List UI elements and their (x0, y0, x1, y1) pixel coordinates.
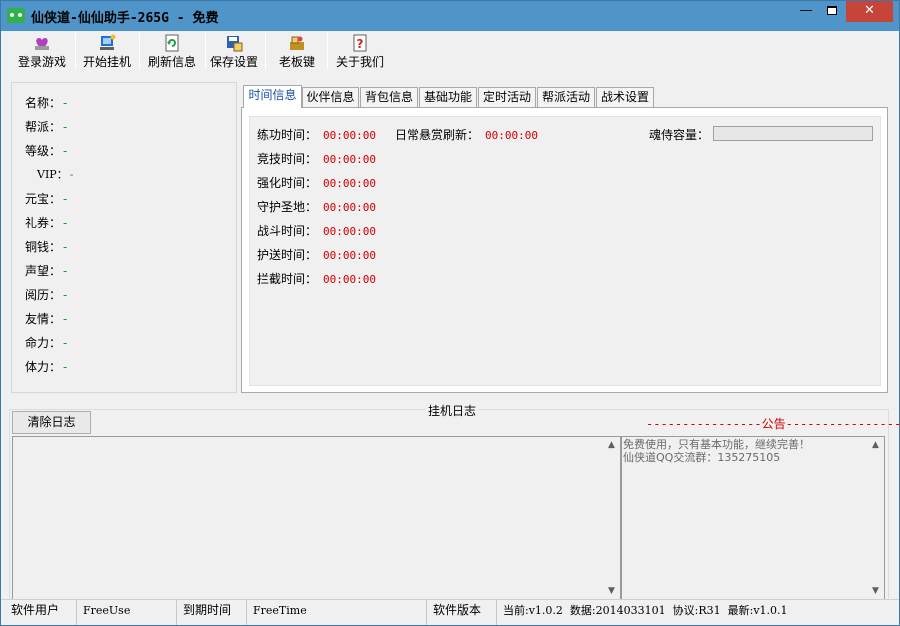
gamepad-icon (7, 8, 25, 23)
info-row-vip: VIP： - (37, 168, 74, 181)
main-window: 仙侠道-仙仙助手-265G - 免费 — ✕ 登录游戏 开始挂机 刷新信息 保存… (0, 0, 900, 626)
refresh-info-button[interactable]: 刷新信息 (143, 32, 201, 70)
tab-bag-info[interactable]: 背包信息 (360, 87, 418, 107)
toolbar-separator (75, 33, 76, 69)
notice-line: 免费使用，只有基本功能，继续完善！ (623, 438, 810, 451)
minimize-button[interactable]: — (793, 1, 819, 22)
info-row-life: 命力： - (25, 336, 68, 350)
tab-partner-info[interactable]: 伙伴信息 (302, 87, 359, 107)
status-current-version: 当前:v1.0.2 (503, 604, 563, 617)
title-bar[interactable]: 仙侠道-仙仙助手-265G - 免费 — ✕ (1, 1, 899, 31)
start-hangup-label: 开始挂机 (82, 55, 131, 69)
info-row-name: 名称： - (25, 96, 68, 110)
close-button[interactable]: ✕ (846, 1, 893, 22)
maximize-button[interactable] (819, 1, 845, 22)
timer-intercept: 拦截时间： 00:00:00 (257, 272, 376, 286)
tab-tactics-settings[interactable]: 战术设置 (596, 87, 654, 107)
boss-key-icon (290, 36, 304, 50)
close-icon: ✕ (864, 3, 875, 18)
scroll-down-icon[interactable]: ▼ (603, 583, 620, 599)
login-icon (35, 38, 49, 50)
boss-key-label: 老板键 (278, 55, 315, 69)
refresh-info-label: 刷新信息 (147, 55, 196, 69)
notice-line: 仙侠道QQ交流群：135275105 (623, 451, 781, 464)
soul-capacity-label: 魂侍容量： (649, 128, 710, 142)
clear-log-button[interactable]: 清除日志 (12, 411, 91, 434)
hangup-log-group: 挂机日志 清除日志 ----------------公告------------… (9, 402, 900, 601)
timer-guard-holyland: 守护圣地： 00:00:00 (257, 200, 376, 214)
save-settings-label: 保存设置 (209, 55, 258, 69)
timer-practice: 练功时间： 00:00:00 (257, 128, 376, 142)
log-textarea[interactable]: ▲ ▼ (12, 436, 621, 600)
notice-textarea[interactable]: 免费使用，只有基本功能，继续完善！ 仙侠道QQ交流群：135275105 ▲ ▼ (621, 436, 885, 600)
toolbar-separator (265, 33, 266, 69)
tab-timed-events[interactable]: 定时活动 (478, 87, 536, 107)
tab-time-info[interactable]: 时间信息 (243, 85, 302, 108)
svg-text:?: ? (357, 37, 364, 51)
log-scrollbar[interactable]: ▲ ▼ (603, 437, 620, 599)
info-row-level: 等级： - (25, 144, 68, 158)
time-info-page: 练功时间： 00:00:00 竞技时间： 00:00:00 强化时间： 00:00:0… (241, 107, 888, 393)
status-latest-version: 最新:v1.0.1 (727, 604, 788, 617)
toolbar: 登录游戏 开始挂机 刷新信息 保存设置 老板键 ? 关于我们 (9, 31, 889, 71)
start-icon (100, 34, 116, 50)
timer-arena: 竞技时间： 00:00:00 (257, 152, 376, 166)
notice-header: ----------------公告---------------- (646, 417, 900, 431)
status-bar: 软件用户 FreeUse 到期时间 FreeTime 软件版本 当前:v1.0.… (1, 599, 899, 625)
start-hangup-button[interactable]: 开始挂机 (79, 32, 135, 70)
status-data-version: 数据:2014033101 (569, 604, 666, 617)
info-row-friendship: 友情： - (25, 312, 68, 326)
timer-daily-bounty-refresh: 日常悬赏刷新： 00:00:00 (395, 128, 538, 142)
about-us-label: 关于我们 (335, 55, 384, 69)
boss-key-button[interactable]: 老板键 (275, 32, 319, 70)
info-row-stamina: 体力： - (25, 360, 68, 374)
timer-enhance: 强化时间： 00:00:00 (257, 176, 376, 190)
toolbar-separator (327, 33, 328, 69)
tab-guild-events[interactable]: 帮派活动 (537, 87, 595, 107)
status-protocol: 协议:R31 (672, 604, 721, 617)
minimize-icon: — (799, 3, 813, 18)
time-info-group: 练功时间： 00:00:00 竞技时间： 00:00:00 强化时间： 00:00:0… (249, 116, 881, 386)
info-row-copper: 铜钱： - (25, 240, 68, 254)
timer-battle: 战斗时间： 00:00:00 (257, 224, 376, 238)
client-area: 登录游戏 开始挂机 刷新信息 保存设置 老板键 ? 关于我们 名称： - 帮派：… (1, 31, 900, 625)
status-user-value: FreeUse (79, 600, 177, 625)
help-icon: ? (353, 34, 367, 52)
status-version-label: 软件版本 (429, 600, 497, 625)
status-version-info: 当前:v1.0.2 数据:2014033101 协议:R31 最新:v1.0.1 (499, 600, 899, 625)
info-row-prestige: 声望： - (25, 264, 68, 278)
scroll-up-icon[interactable]: ▲ (603, 437, 620, 453)
info-row-experience: 阅历： - (25, 288, 68, 302)
info-row-coupon: 礼券： - (25, 216, 68, 230)
save-icon (227, 36, 243, 52)
status-user-label: 软件用户 (9, 600, 77, 625)
hangup-log-title: 挂机日志 (426, 402, 479, 419)
login-game-button[interactable]: 登录游戏 (13, 32, 71, 70)
timer-escort: 护送时间： 00:00:00 (257, 248, 376, 262)
player-info-panel: 名称： - 帮派： - 等级： - VIP： - 元宝： - 礼券： - 铜钱： - 声望： -… (11, 82, 237, 393)
tab-basic-functions[interactable]: 基础功能 (419, 87, 477, 107)
info-row-ingot: 元宝： - (25, 192, 68, 206)
maximize-icon (827, 6, 837, 15)
info-row-guild: 帮派： - (25, 120, 68, 134)
toolbar-separator (205, 33, 206, 69)
refresh-icon (165, 34, 179, 52)
toolbar-separator (139, 33, 140, 69)
scroll-down-icon[interactable]: ▼ (867, 583, 884, 599)
status-expire-value: FreeTime (249, 600, 427, 625)
notice-scrollbar[interactable]: ▲ ▼ (867, 437, 884, 599)
about-us-button[interactable]: ? 关于我们 (331, 32, 389, 70)
soul-capacity-bar (713, 126, 873, 141)
save-settings-button[interactable]: 保存设置 (207, 32, 261, 70)
status-expire-label: 到期时间 (179, 600, 247, 625)
scroll-up-icon[interactable]: ▲ (867, 437, 884, 453)
window-title: 仙侠道-仙仙助手-265G - 免费 (31, 11, 219, 26)
login-game-label: 登录游戏 (17, 55, 66, 69)
